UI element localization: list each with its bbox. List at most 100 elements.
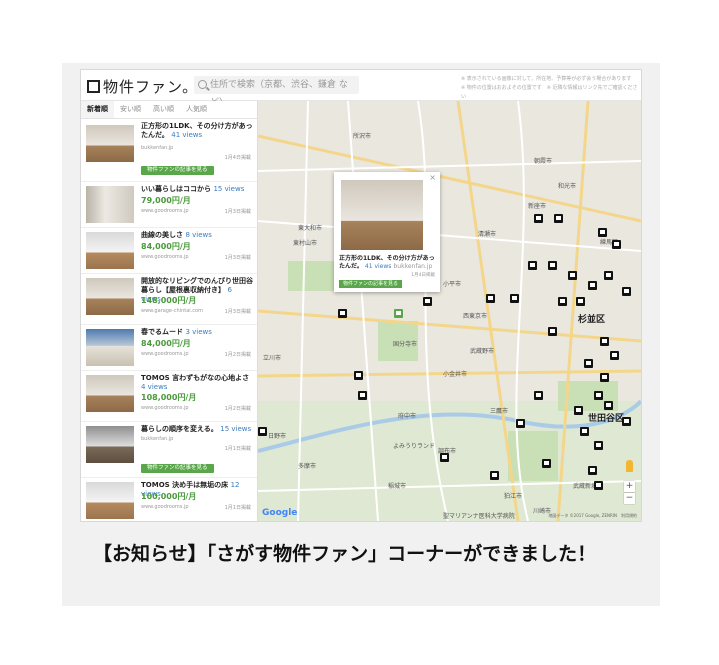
property-pin[interactable]: [594, 481, 603, 490]
item-title[interactable]: 暮らしの順序を変える。 15 views: [141, 425, 253, 434]
property-pin[interactable]: [600, 373, 609, 382]
property-thumbnail[interactable]: [86, 186, 134, 223]
property-pin[interactable]: [516, 419, 525, 428]
property-pin[interactable]: [594, 391, 603, 400]
property-pin[interactable]: [548, 261, 557, 270]
list-item[interactable]: 曲線の美しさ 8 views 84,000円/月 www.goodrooms.j…: [81, 228, 257, 274]
property-pin[interactable]: [542, 459, 551, 468]
screenshot-frame: 物件ファン。 住所で検索（京都、渋谷、鎌倉 など） ※ 表示されている画像に対し…: [80, 69, 642, 522]
property-pin[interactable]: [490, 471, 499, 480]
item-title[interactable]: いい暮らしはココから 15 views: [141, 185, 253, 194]
tab-expensive[interactable]: 高い順: [147, 101, 180, 118]
property-pin[interactable]: [622, 417, 631, 426]
item-date: 1月1日掲載: [224, 505, 251, 511]
property-thumbnail[interactable]: [86, 426, 134, 463]
property-pin[interactable]: [600, 337, 609, 346]
map-label: 立川市: [263, 355, 282, 362]
list-item[interactable]: 正方形の1LDK、その分け方があったんだ。 41 views bukkenfan…: [81, 119, 257, 182]
property-pin[interactable]: [486, 294, 495, 303]
property-thumbnail[interactable]: [86, 482, 134, 519]
property-pin[interactable]: [558, 297, 567, 306]
item-title[interactable]: 正方形の1LDK、その分け方があったんだ。 41 views: [141, 122, 253, 140]
map-label: 聖マリアンナ医科大学病院: [443, 513, 515, 520]
property-pin[interactable]: [580, 427, 589, 436]
view-count: 4 views: [141, 383, 168, 391]
item-title[interactable]: TOMOS 言わずもがなの心地よさ 4 views: [141, 374, 253, 392]
zoom-out-button[interactable]: −: [624, 493, 635, 504]
map-label: 新座市: [528, 203, 547, 210]
property-pin[interactable]: [598, 228, 607, 237]
map-info-popup[interactable]: × 正方形の1LDK、その分け方があったんだ。 41 views bukkenf…: [334, 172, 440, 292]
map-label: 多摩市: [298, 463, 317, 470]
map-attribution[interactable]: 地図データ ©2017 Google, ZENRIN 利用規約: [548, 513, 637, 519]
property-pin[interactable]: [440, 453, 449, 462]
item-title-text: いい暮らしはココから: [141, 185, 211, 193]
logo[interactable]: 物件ファン。: [87, 76, 198, 97]
map-label: 狛江市: [504, 493, 523, 500]
tab-newest[interactable]: 新着順: [81, 101, 114, 118]
search-input[interactable]: 住所で検索（京都、渋谷、鎌倉 など）: [194, 76, 359, 108]
property-pin[interactable]: [534, 214, 543, 223]
map-label: 西東京市: [463, 313, 488, 320]
property-pin[interactable]: [510, 294, 519, 303]
property-thumbnail[interactable]: [86, 125, 134, 162]
property-pin[interactable]: [568, 271, 577, 280]
street-view-pegman-icon[interactable]: [626, 460, 633, 472]
item-title-text: TOMOS 言わずもがなの心地よさ: [141, 374, 250, 382]
article-button[interactable]: 物件ファンの記事を見る: [141, 166, 214, 175]
property-pin[interactable]: [358, 391, 367, 400]
property-pin[interactable]: [610, 351, 619, 360]
item-date: 1月2日掲載: [224, 406, 251, 412]
property-pin[interactable]: [554, 214, 563, 223]
list-item[interactable]: いい暮らしはココから 15 views 79,000円/月 www.goodro…: [81, 182, 257, 228]
tab-cheapest[interactable]: 安い順: [114, 101, 147, 118]
property-pin[interactable]: [612, 240, 621, 249]
property-pin[interactable]: [338, 309, 347, 318]
close-icon[interactable]: ×: [429, 173, 436, 182]
property-thumbnail[interactable]: [86, 375, 134, 412]
article-button[interactable]: 物件ファンの記事を見る: [141, 464, 214, 473]
zoom-in-button[interactable]: +: [624, 481, 635, 492]
map-roads: [258, 101, 641, 521]
item-price: 148,000円/月: [141, 296, 197, 305]
map[interactable]: 所沢市 東大和市 東村山市 小平市 西東京市 武蔵野市 三鷹市 立川市 府中市 …: [258, 101, 641, 521]
property-pin[interactable]: [534, 391, 543, 400]
property-pin[interactable]: [594, 441, 603, 450]
property-thumbnail[interactable]: [86, 278, 134, 315]
item-source: www.goodrooms.jp: [141, 504, 189, 510]
property-pin[interactable]: [604, 271, 613, 280]
list-item[interactable]: 暮らしの順序を変える。 15 views bukkenfan.jp 1月1日掲載…: [81, 422, 257, 478]
popup-article-button[interactable]: 物件ファンの記事を見る: [339, 280, 403, 288]
property-pin[interactable]: [258, 427, 267, 436]
property-pin[interactable]: [588, 281, 597, 290]
item-title[interactable]: 曲線の美しさ 8 views: [141, 231, 253, 240]
list-item[interactable]: TOMOS 言わずもがなの心地よさ 4 views 108,000円/月 www…: [81, 371, 257, 422]
tab-popular[interactable]: 人気順: [180, 101, 213, 118]
property-pin-selected[interactable]: [394, 309, 403, 318]
property-pin[interactable]: [423, 297, 432, 306]
item-source: www.goodrooms.jp: [141, 208, 189, 214]
popup-thumbnail[interactable]: [341, 180, 423, 250]
property-pin[interactable]: [584, 359, 593, 368]
property-pin[interactable]: [622, 287, 631, 296]
popup-title[interactable]: 正方形の1LDK、その分け方があったんだ。 41 views bukkenfan…: [339, 255, 437, 271]
view-count: 15 views: [213, 185, 245, 193]
item-title-text: 開放的なリビングでのんびり世田谷暮らし【屋根裏収納付き】: [141, 277, 253, 294]
property-pin[interactable]: [574, 406, 583, 415]
view-count: 41 views: [171, 131, 203, 139]
property-pin[interactable]: [548, 327, 557, 336]
list-item[interactable]: 春でるムード 3 views 84,000円/月 www.goodrooms.j…: [81, 325, 257, 371]
property-pin[interactable]: [604, 401, 613, 410]
notice-line: ※ 表示されている画像に対して、所在地、予算等が必ず会う場合があります: [461, 76, 632, 82]
property-thumbnail[interactable]: [86, 232, 134, 269]
item-date: 1月3日掲載: [224, 309, 251, 315]
item-title[interactable]: 春でるムード 3 views: [141, 328, 253, 337]
list-item[interactable]: TOMOS 決め手は無垢の床 12 views 100,000円/月 www.g…: [81, 478, 257, 521]
property-thumbnail[interactable]: [86, 329, 134, 366]
property-pin[interactable]: [528, 261, 537, 270]
property-pin[interactable]: [576, 297, 585, 306]
list-item[interactable]: 開放的なリビングでのんびり世田谷暮らし【屋根裏収納付き】 6 views 148…: [81, 274, 257, 325]
google-logo: Google: [262, 508, 298, 518]
property-pin[interactable]: [588, 466, 597, 475]
property-pin[interactable]: [354, 371, 363, 380]
